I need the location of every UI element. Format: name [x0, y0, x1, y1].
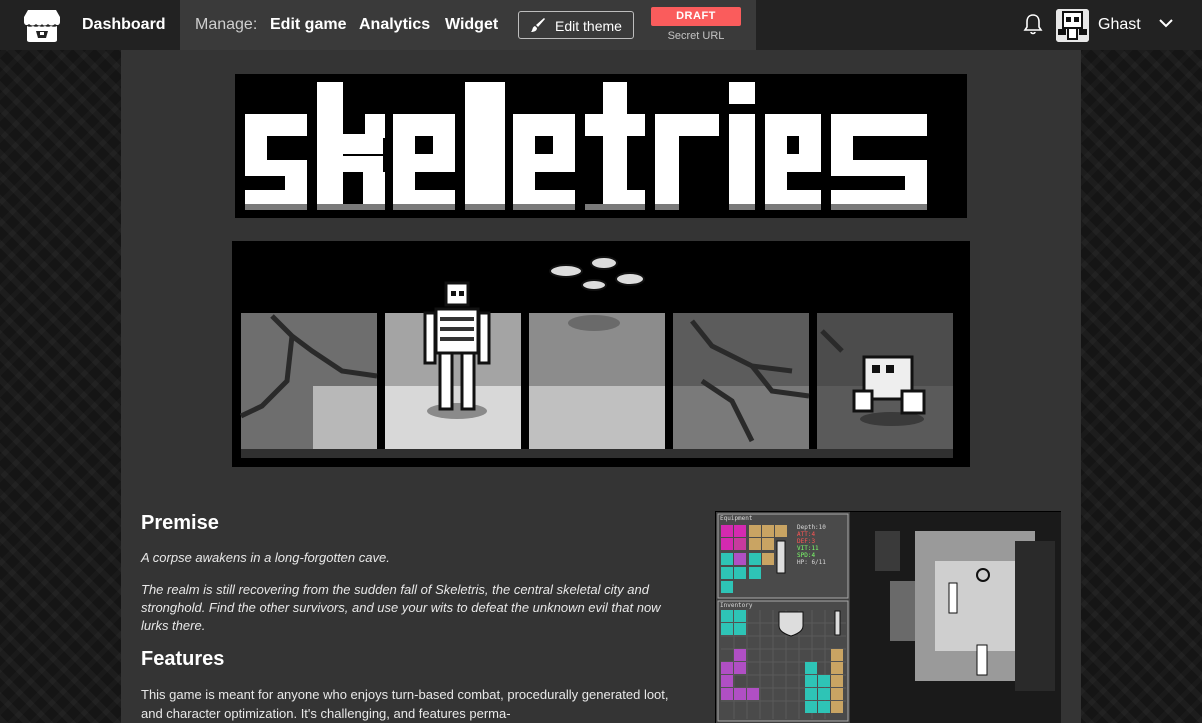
top-bar: Dashboard Manage: Edit game Analytics Wi…: [0, 0, 1202, 50]
avatar[interactable]: [1056, 9, 1089, 42]
premise-heading: Premise: [141, 512, 219, 534]
manage-bar: Manage: Edit game Analytics Widget Edit …: [180, 0, 756, 50]
inventory-label: Inventory: [720, 602, 753, 609]
dashboard-link[interactable]: Dashboard: [82, 16, 166, 34]
premise-text: The realm is still recovering from the s…: [141, 582, 661, 633]
username[interactable]: Ghast: [1098, 16, 1141, 34]
brush-icon: [531, 18, 545, 32]
premise-subtitle: A corpse awakens in a long-forgotten cav…: [141, 550, 390, 565]
game-title-logo: [235, 74, 967, 218]
gameplay-screenshot[interactable]: Equipment Depth:10 ATT:4 DEF:3 VIT:11 SP…: [715, 511, 1061, 723]
features-heading: Features: [141, 648, 225, 670]
stat-att: ATT:4: [797, 531, 815, 538]
stat-spd: SPD:4: [797, 552, 815, 559]
draft-badge[interactable]: DRAFT: [651, 7, 741, 26]
edit-game-link[interactable]: Edit game: [270, 16, 346, 34]
edit-theme-label: Edit theme: [555, 18, 622, 34]
stat-def: DEF:3: [797, 538, 815, 545]
stat-depth: Depth:10: [797, 524, 826, 531]
stat-hp: HP: 6/11: [797, 559, 826, 566]
game-banner-image: [232, 241, 970, 467]
stat-vit: VIT:11: [797, 545, 819, 552]
analytics-link[interactable]: Analytics: [359, 16, 430, 34]
manage-label: Manage:: [195, 16, 258, 33]
bell-icon[interactable]: [1023, 13, 1043, 35]
secret-url-link[interactable]: Secret URL: [651, 30, 741, 42]
chevron-down-icon[interactable]: [1158, 17, 1174, 29]
widget-link[interactable]: Widget: [445, 16, 498, 34]
edit-theme-button[interactable]: Edit theme: [518, 11, 634, 39]
features-text: This game is meant for anyone who enjoys…: [141, 687, 669, 721]
itchio-logo-icon[interactable]: [23, 9, 61, 43]
equipment-label: Equipment: [720, 515, 753, 522]
